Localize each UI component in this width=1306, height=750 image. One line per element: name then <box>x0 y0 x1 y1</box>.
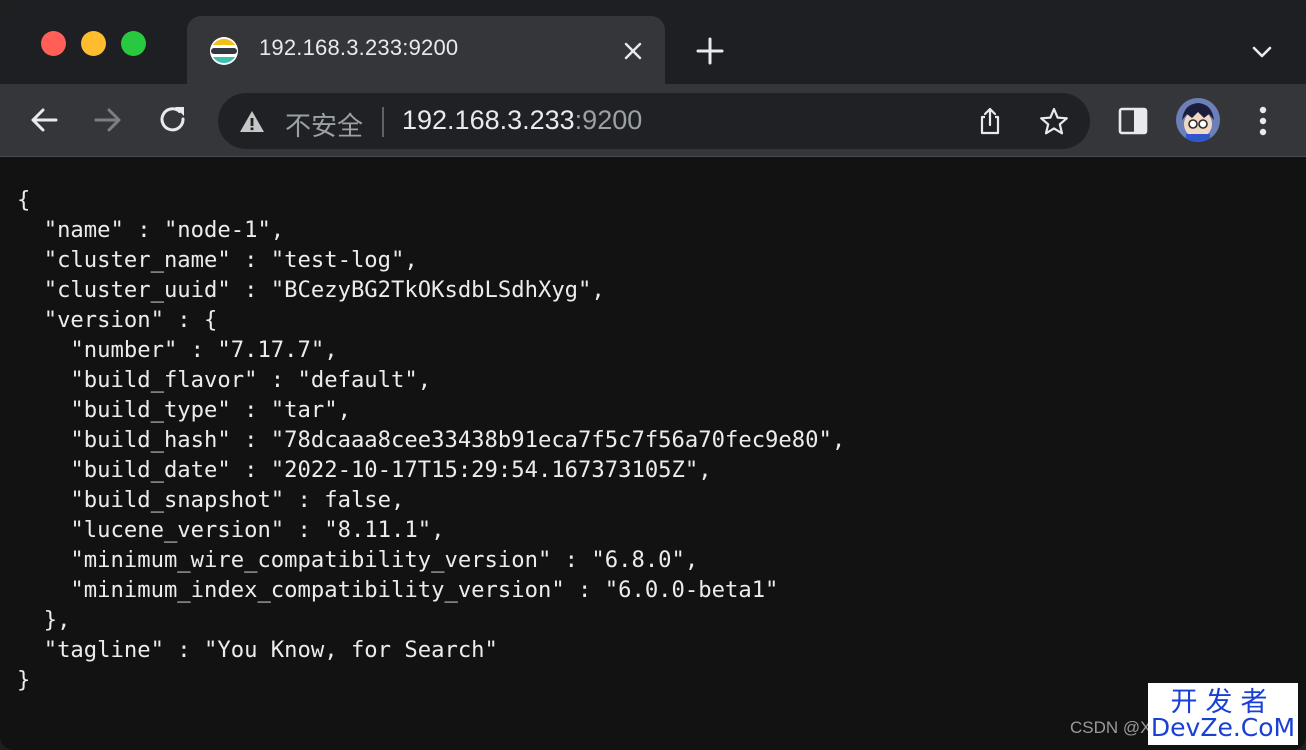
side-panel-icon[interactable] <box>1117 105 1149 137</box>
minimize-window-button[interactable] <box>81 31 106 56</box>
json-line: "minimum_index_compatibility_version" : … <box>17 577 779 603</box>
browser-toolbar: 不安全 192.168.3.233:9200 <box>0 84 1306 157</box>
page-content: { "name" : "node-1", "cluster_name" : "t… <box>0 158 1306 750</box>
omnibox-divider <box>382 107 384 137</box>
share-icon[interactable] <box>975 106 1005 136</box>
reload-icon[interactable] <box>155 102 191 138</box>
json-line: }, <box>17 607 71 633</box>
url-host: 192.168.3.233 <box>402 105 575 135</box>
close-window-button[interactable] <box>41 31 66 56</box>
json-line: "cluster_uuid" : "BCezyBG2TkOKsdbLSdhXyg… <box>17 277 605 303</box>
json-line: "cluster_name" : "test-log", <box>17 247 418 273</box>
json-response: { "name" : "node-1", "cluster_name" : "t… <box>17 185 845 695</box>
json-line: "build_type" : "tar", <box>17 397 351 423</box>
star-icon[interactable] <box>1038 106 1070 138</box>
tab-strip: 192.168.3.233:9200 <box>0 0 1306 84</box>
json-line: "number" : "7.17.7", <box>17 337 338 363</box>
plus-icon[interactable] <box>694 35 726 67</box>
close-icon[interactable] <box>620 38 646 64</box>
maximize-window-button[interactable] <box>121 31 146 56</box>
url-text[interactable]: 192.168.3.233:9200 <box>402 105 642 136</box>
warning-icon[interactable] <box>238 108 266 136</box>
json-line: } <box>17 667 31 693</box>
json-line: "build_hash" : "78dcaaa8cee33438b91eca7f… <box>17 427 846 453</box>
browser-window: 192.168.3.233:9200 不安全 192.168.3.233:920… <box>0 0 1306 750</box>
address-bar[interactable]: 不安全 192.168.3.233:9200 <box>218 93 1090 149</box>
json-line: "lucene_version" : "8.11.1", <box>17 517 445 543</box>
more-vertical-icon[interactable] <box>1248 104 1278 138</box>
json-line: "build_snapshot" : false, <box>17 487 405 513</box>
chevron-down-icon[interactable] <box>1248 38 1276 66</box>
json-line: { <box>17 187 31 213</box>
json-line: "build_flavor" : "default", <box>17 367 432 393</box>
watermark-line2: DevZe.CoM <box>1150 713 1296 742</box>
tab-active[interactable]: 192.168.3.233:9200 <box>187 16 665 84</box>
elasticsearch-icon <box>210 37 238 65</box>
url-port: :9200 <box>574 105 643 135</box>
json-line: "tagline" : "You Know, for Search" <box>17 637 498 663</box>
json-line: "build_date" : "2022-10-17T15:29:54.1673… <box>17 457 712 483</box>
forward-arrow-icon[interactable] <box>90 102 126 138</box>
security-status-label[interactable]: 不安全 <box>285 106 363 143</box>
json-line: "version" : { <box>17 307 218 333</box>
back-arrow-icon[interactable] <box>26 102 62 138</box>
json-line: "name" : "node-1", <box>17 217 285 243</box>
json-line: "minimum_wire_compatibility_version" : "… <box>17 547 699 573</box>
profile-avatar-icon[interactable] <box>1176 98 1220 142</box>
tab-title: 192.168.3.233:9200 <box>259 35 459 60</box>
csdn-watermark: CSDN @X <box>1070 718 1152 737</box>
devze-watermark: 开发者 DevZe.CoM <box>1148 683 1298 745</box>
